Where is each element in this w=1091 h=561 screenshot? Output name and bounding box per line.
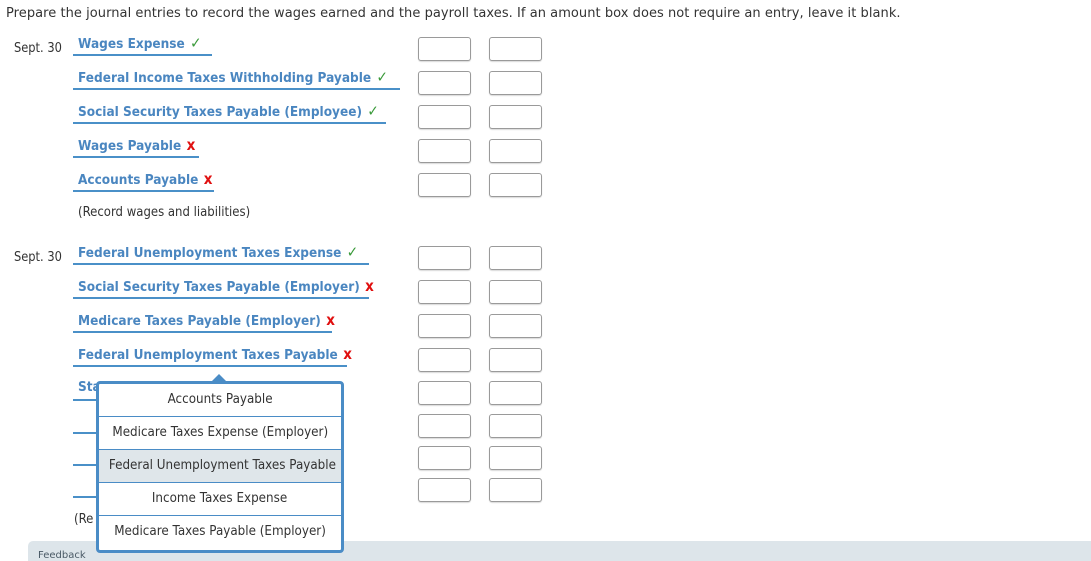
x-mark-icon: x bbox=[186, 136, 196, 154]
account-label: Medicare Taxes Payable (Employer) x bbox=[78, 311, 335, 329]
dropdown-option[interactable]: Accounts Payable bbox=[99, 384, 341, 417]
instructions: Prepare the journal entries to record th… bbox=[6, 6, 901, 21]
account-select[interactable]: Social Security Taxes Payable (Employer)… bbox=[73, 277, 374, 299]
account-select[interactable]: Social Security Taxes Payable (Employee)… bbox=[73, 102, 386, 124]
account-select[interactable]: Medicare Taxes Payable (Employer) x bbox=[73, 311, 335, 333]
account-label: Federal Income Taxes Withholding Payable… bbox=[78, 68, 388, 86]
credit-input[interactable] bbox=[489, 105, 542, 129]
x-mark-icon: x bbox=[365, 277, 374, 295]
account-label: Social Security Taxes Payable (Employer)… bbox=[78, 277, 374, 295]
debit-input[interactable] bbox=[418, 280, 471, 304]
credit-input[interactable] bbox=[489, 446, 542, 470]
account-label: Wages Payable x bbox=[78, 136, 196, 154]
account-label: Federal Unemployment Taxes Expense ✓ bbox=[78, 243, 359, 261]
account-label: Federal Unemployment Taxes Payable x bbox=[78, 345, 352, 363]
feedback-label: Feedback bbox=[38, 550, 86, 561]
checkmark-icon: ✓ bbox=[367, 102, 379, 120]
entry-note: (Re bbox=[74, 512, 94, 527]
debit-input[interactable] bbox=[418, 37, 471, 61]
account-label: Social Security Taxes Payable (Employee)… bbox=[78, 102, 379, 120]
credit-input[interactable] bbox=[489, 414, 542, 438]
dropdown-option-highlighted[interactable]: Federal Unemployment Taxes Payable bbox=[99, 450, 341, 483]
debit-input[interactable] bbox=[418, 414, 471, 438]
credit-input[interactable] bbox=[489, 348, 542, 372]
debit-input[interactable] bbox=[418, 314, 471, 338]
x-mark-icon: x bbox=[326, 311, 335, 329]
debit-input[interactable] bbox=[418, 381, 471, 405]
dropdown-option[interactable]: Medicare Taxes Payable (Employer) bbox=[99, 516, 341, 548]
credit-input[interactable] bbox=[489, 314, 542, 338]
account-select[interactable]: Wages Payable x bbox=[73, 136, 199, 158]
debit-input[interactable] bbox=[418, 139, 471, 163]
entry-date: Sept. 30 bbox=[14, 250, 62, 265]
checkmark-icon: ✓ bbox=[190, 34, 202, 52]
credit-input[interactable] bbox=[489, 139, 542, 163]
credit-input[interactable] bbox=[489, 173, 542, 197]
account-select[interactable]: Accounts Payable x bbox=[73, 170, 214, 192]
account-select[interactable]: Wages Expense ✓ bbox=[73, 34, 212, 56]
credit-input[interactable] bbox=[489, 280, 542, 304]
credit-input[interactable] bbox=[489, 381, 542, 405]
credit-input[interactable] bbox=[489, 71, 542, 95]
debit-input[interactable] bbox=[418, 348, 471, 372]
entry-date: Sept. 30 bbox=[14, 41, 62, 56]
account-select[interactable]: Federal Income Taxes Withholding Payable… bbox=[73, 68, 400, 90]
x-mark-icon: x bbox=[343, 345, 352, 363]
account-label: Accounts Payable x bbox=[78, 170, 213, 188]
checkmark-icon: ✓ bbox=[376, 68, 388, 86]
x-mark-icon: x bbox=[203, 170, 213, 188]
entry-note: (Record wages and liabilities) bbox=[78, 205, 251, 220]
debit-input[interactable] bbox=[418, 173, 471, 197]
account-select[interactable]: Federal Unemployment Taxes Payable x bbox=[73, 345, 352, 367]
credit-input[interactable] bbox=[489, 478, 542, 502]
debit-input[interactable] bbox=[418, 446, 471, 470]
account-dropdown: Accounts Payable Medicare Taxes Expense … bbox=[96, 374, 344, 553]
debit-input[interactable] bbox=[418, 478, 471, 502]
dropdown-option[interactable]: Income Taxes Expense bbox=[99, 483, 341, 516]
account-label: Wages Expense ✓ bbox=[78, 34, 202, 52]
debit-input[interactable] bbox=[418, 71, 471, 95]
credit-input[interactable] bbox=[489, 246, 542, 270]
account-select[interactable]: Federal Unemployment Taxes Expense ✓ bbox=[73, 243, 369, 265]
debit-input[interactable] bbox=[418, 246, 471, 270]
debit-input[interactable] bbox=[418, 105, 471, 129]
dropdown-option[interactable]: Medicare Taxes Expense (Employer) bbox=[99, 417, 341, 450]
checkmark-icon: ✓ bbox=[346, 243, 359, 261]
credit-input[interactable] bbox=[489, 37, 542, 61]
